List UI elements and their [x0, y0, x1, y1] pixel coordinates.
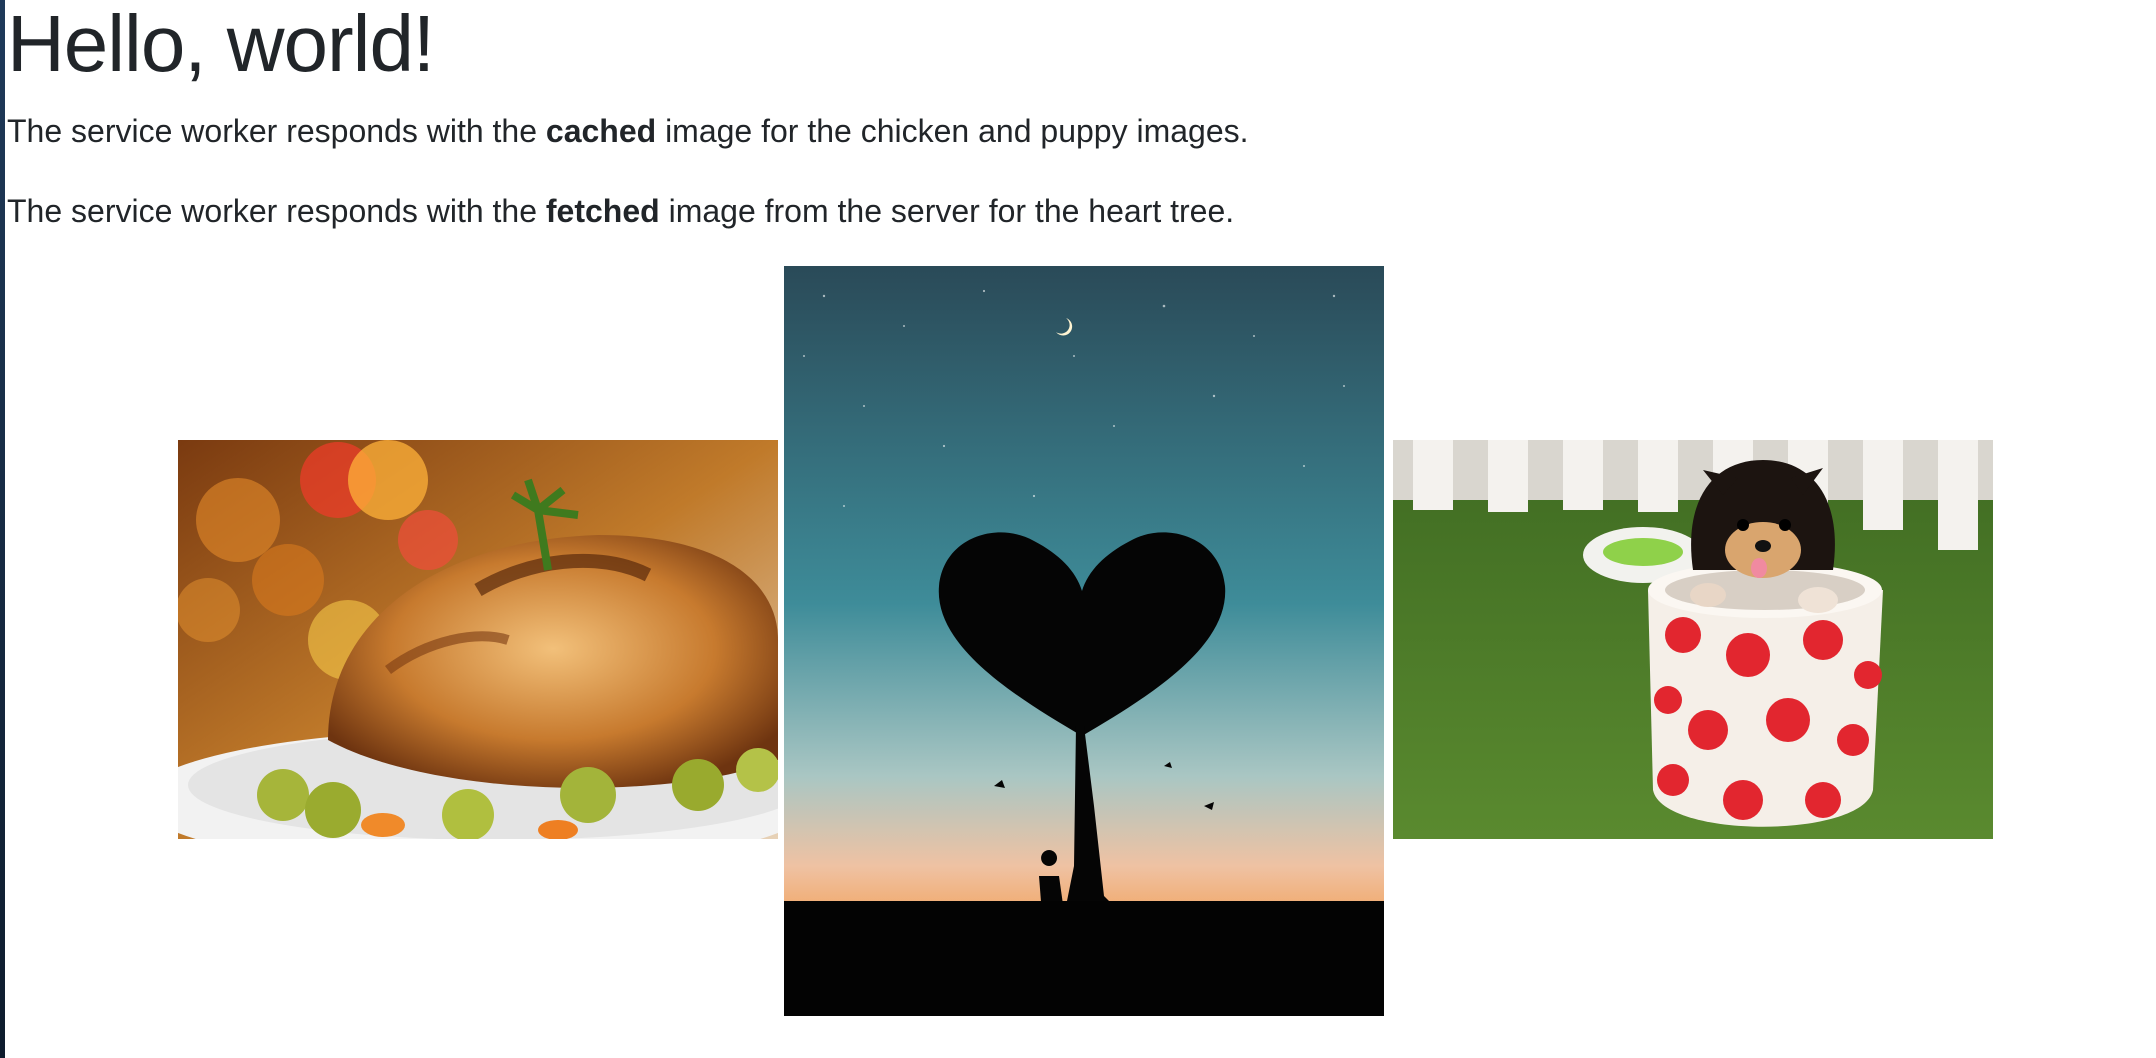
cached-description-before: The service worker responds with the: [7, 113, 546, 149]
window-edge: [0, 0, 5, 1058]
cached-keyword: cached: [545, 113, 657, 149]
fetched-keyword: fetched: [545, 193, 660, 229]
heart-tree-image: [784, 266, 1384, 1016]
fetched-description-before: The service worker responds with the: [7, 193, 546, 229]
chicken-image: [178, 440, 778, 839]
page-title: Hello, world!: [7, 0, 435, 88]
fetched-description: The service worker responds with the fet…: [7, 191, 1234, 231]
cached-description-after: image for the chicken and puppy images.: [656, 113, 1249, 149]
cached-description: The service worker responds with the cac…: [7, 111, 1249, 151]
fetched-description-after: image from the server for the heart tree…: [659, 193, 1235, 229]
page-content: Hello, world! The service worker respond…: [7, 0, 2147, 1058]
puppy-image: [1393, 440, 1993, 839]
